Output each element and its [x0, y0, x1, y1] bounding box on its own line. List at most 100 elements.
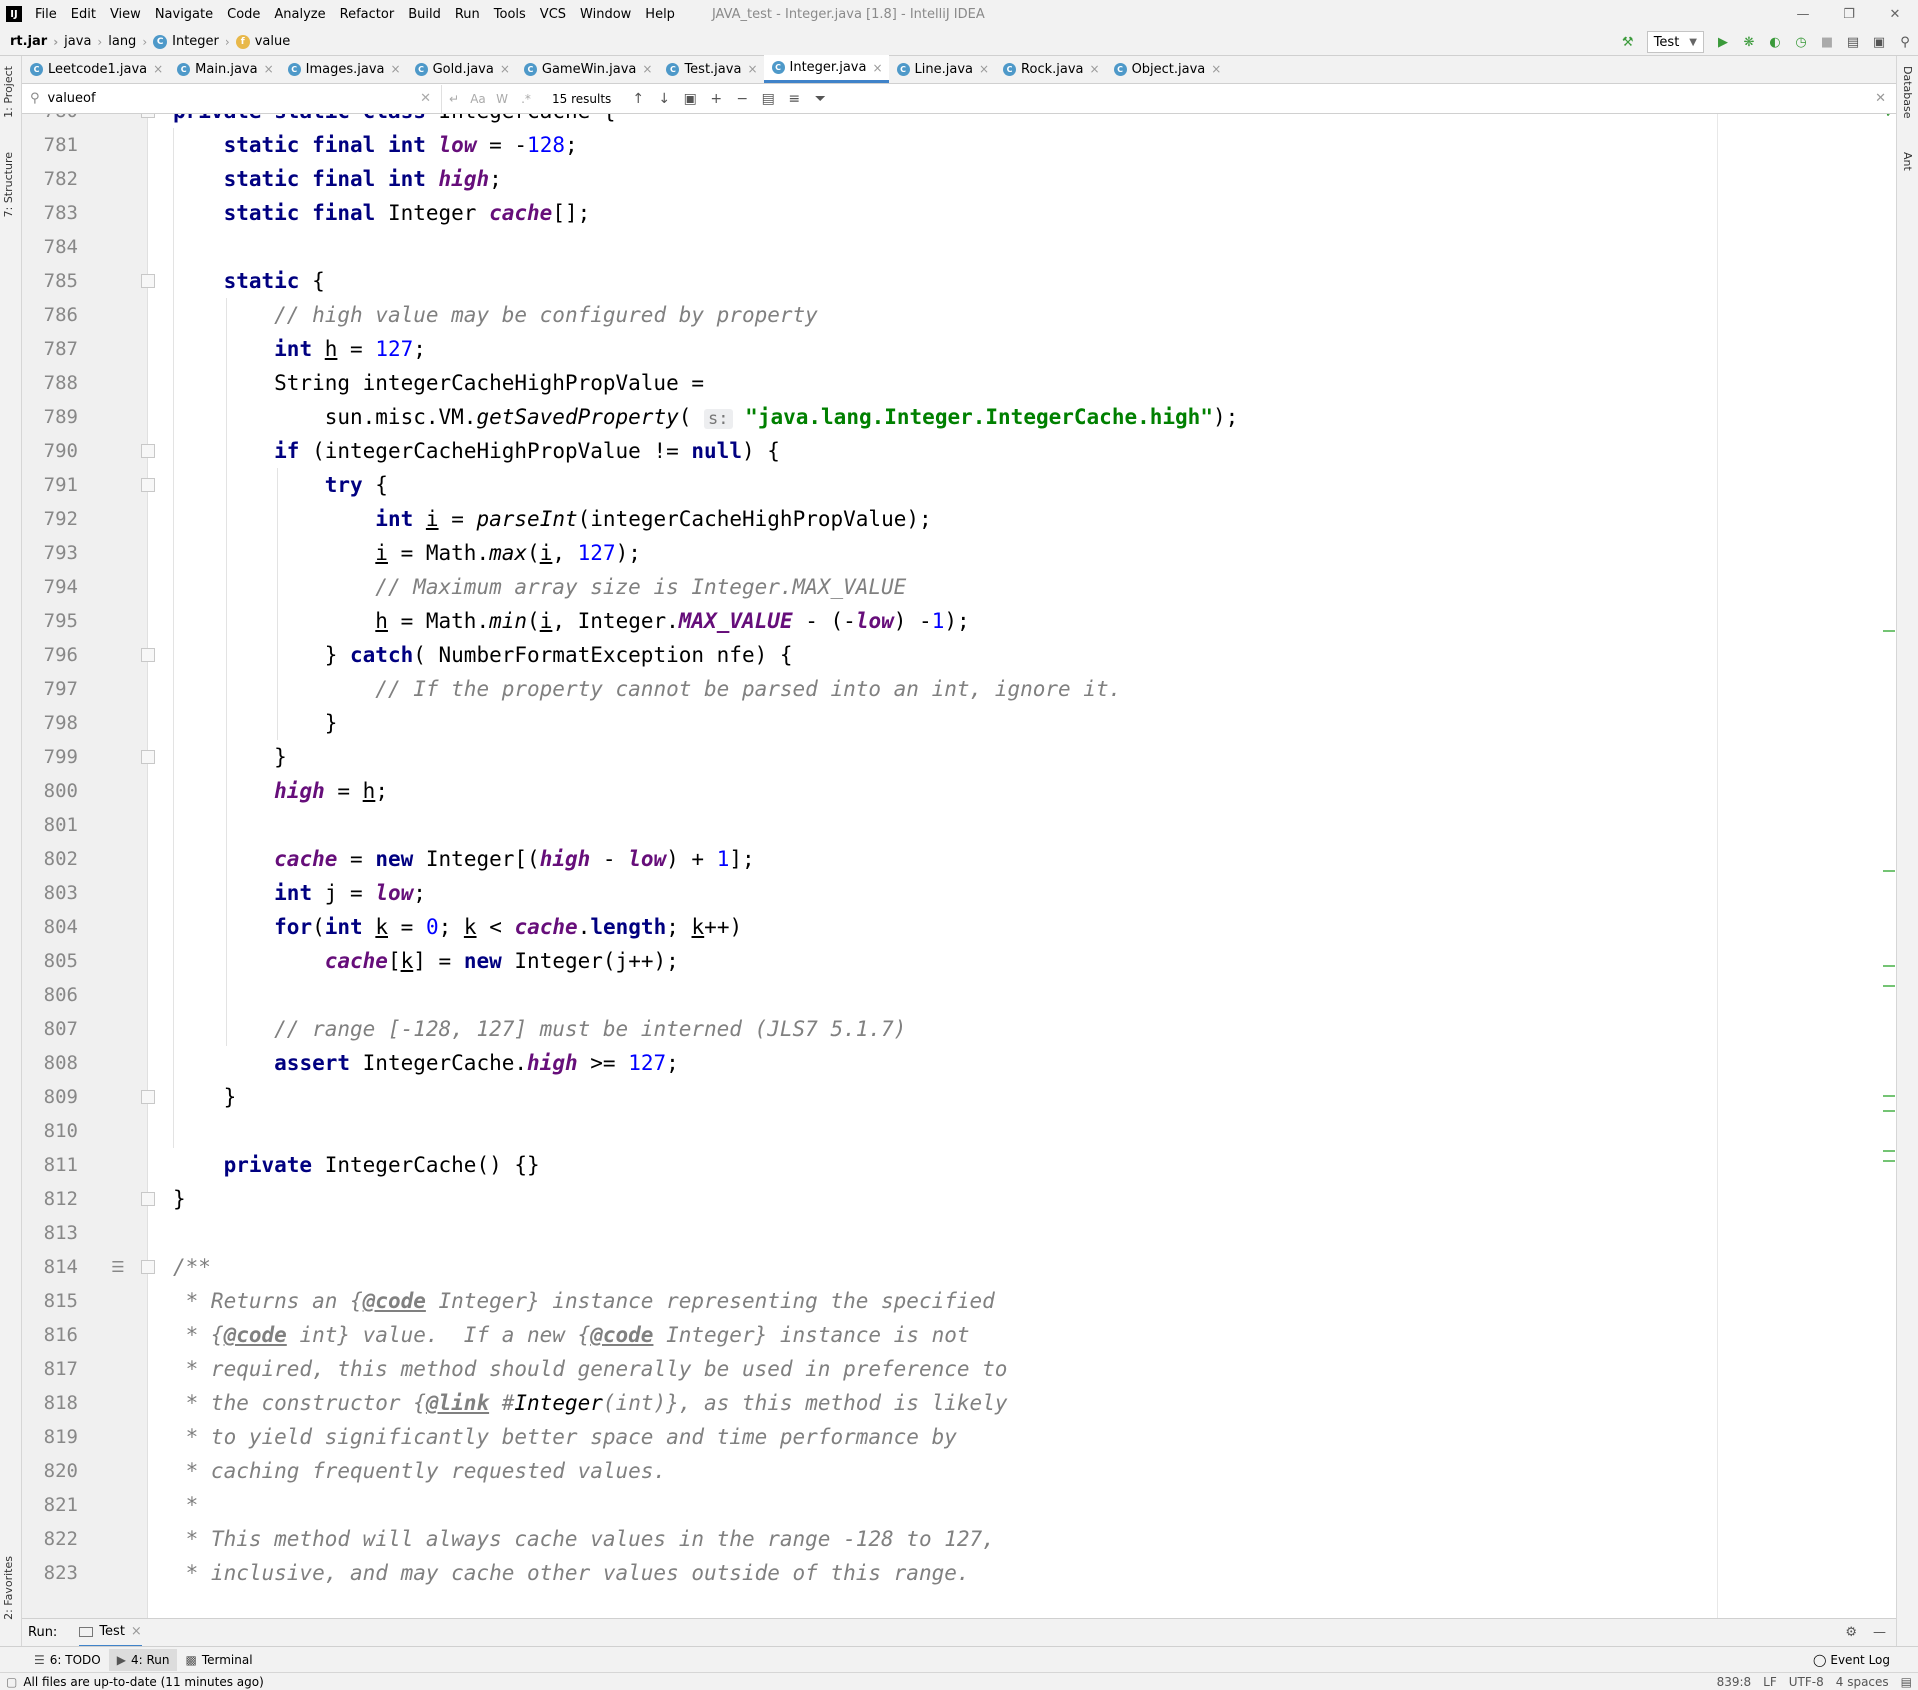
line-number[interactable]: 784 — [22, 230, 78, 264]
code-text[interactable]: static final Integer cache[]; — [173, 196, 591, 230]
code-line[interactable] — [149, 230, 1866, 264]
structure-tool-tab[interactable]: 7: Structure — [2, 152, 15, 217]
line-number[interactable]: 785 — [22, 264, 78, 298]
code-text[interactable]: static final int low = -128; — [173, 128, 578, 162]
code-text[interactable]: try { — [173, 468, 388, 502]
editor-gutter[interactable]: 7807817827837847857867877887897907917927… — [22, 114, 155, 1618]
find-query[interactable]: valueof — [48, 91, 96, 106]
code-line[interactable]: int j = low; — [149, 876, 1866, 910]
code-text[interactable]: } catch( NumberFormatException nfe) { — [173, 638, 793, 672]
code-text[interactable]: int j = low; — [173, 876, 426, 910]
code-line[interactable]: * caching frequently requested values. — [149, 1454, 1866, 1488]
select-all-occurrences-icon[interactable]: ▤ — [755, 91, 781, 107]
menu-build[interactable]: Build — [401, 7, 448, 22]
code-line[interactable]: String integerCacheHighPropValue = — [149, 366, 1866, 400]
code-line[interactable]: } — [149, 1080, 1866, 1114]
search-result-marker[interactable] — [1883, 1150, 1895, 1152]
code-text[interactable]: * caching frequently requested values. — [173, 1454, 666, 1488]
code-text[interactable]: // If the property cannot be parsed into… — [173, 672, 1121, 706]
code-line[interactable] — [149, 1216, 1866, 1250]
search-result-marker[interactable] — [1883, 1110, 1895, 1112]
code-lines[interactable]: private static class IntegerCache { stat… — [149, 114, 1739, 1618]
code-line[interactable] — [149, 808, 1866, 842]
code-text[interactable]: * This method will always cache values i… — [173, 1522, 995, 1556]
run-configuration-select[interactable]: Test ▼ — [1646, 31, 1704, 53]
code-text[interactable]: /** — [173, 1250, 211, 1284]
close-icon[interactable]: × — [979, 62, 989, 76]
line-number[interactable]: 817 — [22, 1352, 78, 1386]
line-number[interactable]: 811 — [22, 1148, 78, 1182]
code-text[interactable]: assert IntegerCache.high >= 127; — [173, 1046, 679, 1080]
line-number[interactable]: 803 — [22, 876, 78, 910]
code-text[interactable]: static final int high; — [173, 162, 502, 196]
tab-object[interactable]: C Object.java × — [1106, 55, 1228, 83]
sdk-icon[interactable]: ▣ — [1866, 30, 1892, 54]
line-number[interactable]: 813 — [22, 1216, 78, 1250]
search-result-marker[interactable] — [1883, 1095, 1895, 1097]
line-number[interactable]: 818 — [22, 1386, 78, 1420]
code-line[interactable]: int i = parseInt(integerCacheHighPropVal… — [149, 502, 1866, 536]
breadcrumb-java[interactable]: java › — [58, 34, 102, 49]
whole-words-icon[interactable]: W — [490, 92, 514, 106]
code-text[interactable]: int h = 127; — [173, 332, 426, 366]
menu-navigate[interactable]: Navigate — [148, 7, 220, 22]
code-text[interactable]: } — [173, 1080, 237, 1114]
todo-tool-button[interactable]: ☰ 6: TODO — [26, 1649, 109, 1671]
code-line[interactable]: * required, this method should generally… — [149, 1352, 1866, 1386]
line-number[interactable]: 807 — [22, 1012, 78, 1046]
gear-icon[interactable]: ⚙ — [1845, 1625, 1857, 1640]
code-text[interactable]: private static class IntegerCache { — [173, 114, 616, 128]
tab-gamewin[interactable]: C GameWin.java × — [516, 55, 659, 83]
code-line[interactable]: } catch( NumberFormatException nfe) { — [149, 638, 1866, 672]
code-text[interactable]: * {@code int} value. If a new {@code Int… — [173, 1318, 970, 1352]
code-text[interactable]: // range [-128, 127] must be interned (J… — [173, 1012, 906, 1046]
code-text[interactable]: h = Math.min(i, Integer.MAX_VALUE - (-lo… — [173, 604, 969, 638]
search-everywhere-icon[interactable]: ⚲ — [1892, 30, 1918, 54]
code-editor[interactable]: 7807817827837847857867877887897907917927… — [22, 114, 1896, 1618]
render-doc-icon[interactable]: ☰ — [109, 1259, 127, 1275]
close-icon[interactable]: × — [264, 62, 274, 76]
code-line[interactable]: * — [149, 1488, 1866, 1522]
code-line[interactable]: } — [149, 1182, 1866, 1216]
filter-options-icon[interactable]: ≡ — [781, 91, 807, 107]
close-find-icon[interactable]: ✕ — [1875, 91, 1886, 106]
lock-icon[interactable]: ▤ — [1901, 1675, 1912, 1689]
line-number[interactable]: 783 — [22, 196, 78, 230]
close-icon[interactable]: × — [500, 62, 510, 76]
event-log-button[interactable]: ◯ Event Log — [1813, 1653, 1890, 1667]
code-text[interactable]: if (integerCacheHighPropValue != null) { — [173, 434, 780, 468]
build-hammer-icon[interactable]: ⚒ — [1615, 30, 1641, 54]
status-icon[interactable]: ▢ — [6, 1675, 17, 1689]
clear-icon[interactable]: ✕ — [420, 91, 431, 106]
code-line[interactable]: for(int k = 0; k < cache.length; k++) — [149, 910, 1866, 944]
caret-position[interactable]: 839:8 — [1717, 1675, 1752, 1689]
project-structure-icon[interactable]: ▤ — [1840, 30, 1866, 54]
find-all-icon[interactable]: ▣ — [677, 91, 703, 107]
menu-window[interactable]: Window — [573, 7, 638, 22]
run-tab-test[interactable]: Test × — [79, 1619, 142, 1647]
close-icon[interactable]: × — [131, 1624, 142, 1639]
coverage-icon[interactable]: ◐ — [1762, 30, 1788, 54]
code-line[interactable]: static final Integer cache[]; — [149, 196, 1866, 230]
line-number[interactable]: 795 — [22, 604, 78, 638]
add-occurrence-icon[interactable]: + — [703, 91, 729, 107]
code-text[interactable]: cache[k] = new Integer(j++); — [173, 944, 679, 978]
minimize-icon[interactable]: — — [1780, 0, 1826, 28]
menu-code[interactable]: Code — [220, 7, 267, 22]
code-line[interactable]: * the constructor {@link #Integer(int)},… — [149, 1386, 1866, 1420]
code-text[interactable]: int i = parseInt(integerCacheHighPropVal… — [173, 502, 931, 536]
line-number[interactable]: 804 — [22, 910, 78, 944]
line-number[interactable]: 806 — [22, 978, 78, 1012]
line-number[interactable]: 798 — [22, 706, 78, 740]
regex-icon[interactable]: .* — [514, 92, 538, 106]
search-result-marker[interactable] — [1883, 1160, 1895, 1162]
code-line[interactable] — [149, 1114, 1866, 1148]
code-line[interactable] — [149, 978, 1866, 1012]
maximize-icon[interactable]: ❐ — [1826, 0, 1872, 28]
file-encoding[interactable]: UTF-8 — [1789, 1675, 1824, 1689]
menu-edit[interactable]: Edit — [64, 7, 103, 22]
close-icon[interactable]: × — [1211, 62, 1221, 76]
code-text[interactable]: * to yield significantly better space an… — [173, 1420, 957, 1454]
menu-tools[interactable]: Tools — [487, 7, 533, 22]
tab-test[interactable]: C Test.java × — [658, 55, 763, 83]
